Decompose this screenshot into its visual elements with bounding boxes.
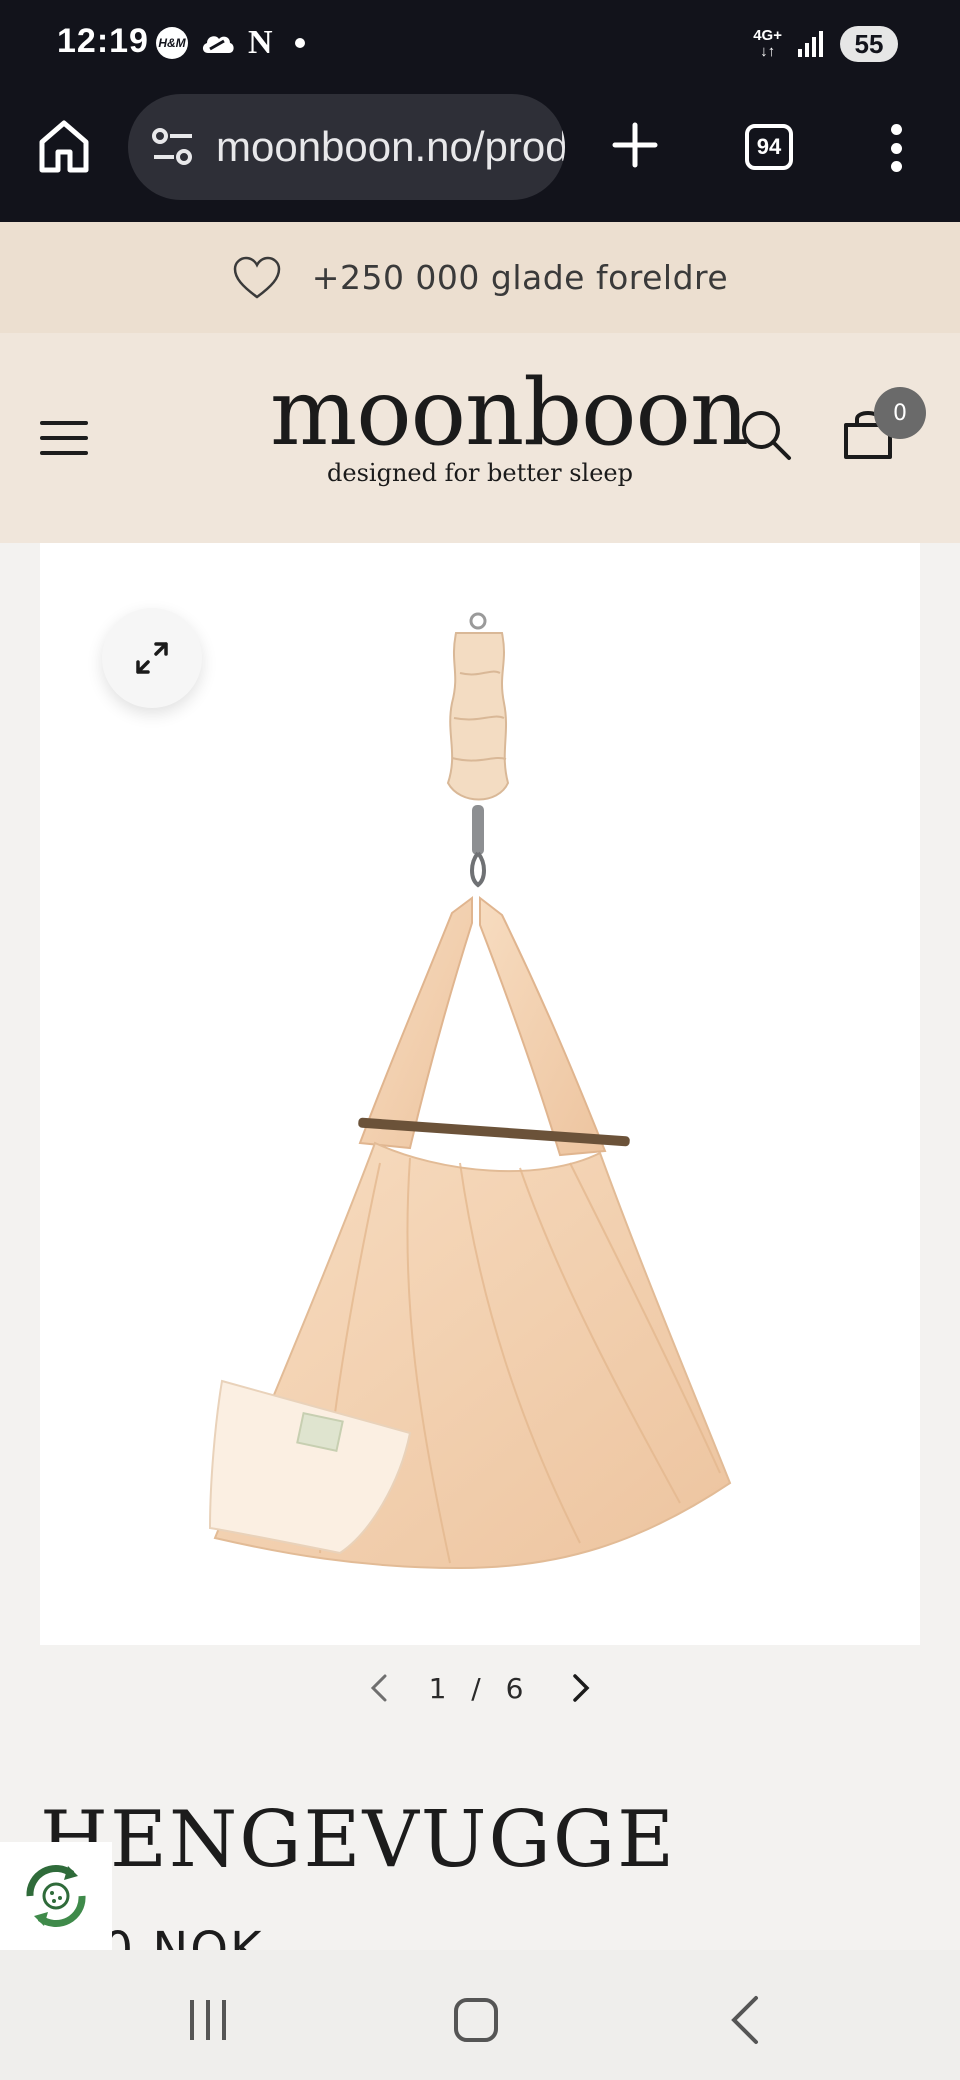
recent-apps-icon[interactable] [178,1990,238,2050]
signal-icon [798,31,823,57]
network-type: 4G+ ↓↑ [753,28,782,60]
cart-count-badge[interactable]: 0 [874,387,926,439]
tab-switcher-button[interactable]: 94 [745,124,793,170]
cookie-settings-icon [26,1864,86,1928]
slide-counter: 1 / 6 [428,1671,532,1705]
product-image[interactable] [40,543,920,1645]
hamburger-line [40,421,88,425]
gallery-pagination: 1 / 6 [0,1658,960,1718]
heart-icon [233,256,281,299]
back-icon[interactable] [716,1990,776,2050]
hamburger-menu-icon[interactable] [40,421,88,455]
next-arrow-icon[interactable] [565,1670,595,1706]
hamburger-line [40,451,88,455]
cookie-settings-button[interactable] [0,1842,112,1950]
product-title: HENGEVUGGE [40,1795,677,1885]
browser-toolbar: moonboon.no/produkt 94 [0,90,960,222]
previous-arrow-icon[interactable] [365,1670,395,1706]
search-icon[interactable] [738,407,794,463]
logo-tagline: designed for better sleep [327,459,633,487]
expand-icon [136,642,168,674]
url-text[interactable]: moonboon.no/produkt [216,123,565,171]
network-label: 4G+ [753,27,782,44]
home-icon[interactable] [38,118,90,174]
product-gallery[interactable] [40,543,920,1645]
site-header: moonboon designed for better sleep 0 [0,333,960,543]
address-bar[interactable]: moonboon.no/produkt [128,94,565,200]
browser-menu-icon[interactable] [884,124,908,172]
announcement-bar[interactable]: +250 000 glade foreldre [0,222,960,333]
status-time: 12:19 [57,22,149,60]
menu-dot [890,142,902,154]
netflix-icon: N [248,24,273,61]
expand-image-button[interactable] [102,608,202,708]
home-nav-icon[interactable] [446,1990,506,2050]
menu-dot [890,124,902,135]
battery-indicator: 55 [840,26,898,62]
site-logo[interactable]: moonboon designed for better sleep [270,359,749,488]
system-navigation-bar [0,1950,960,2080]
more-notifications-dot [294,38,305,48]
hamburger-line [40,436,88,440]
hm-icon: H&M [156,27,188,59]
status-bar: 12:19 H&M N 4G+ ↓↑ 55 [0,0,960,90]
site-settings-icon[interactable] [150,127,196,167]
data-arrows-icon: ↓↑ [760,43,776,60]
cloud-icon [202,36,234,53]
notification-icons: H&M N [156,26,305,60]
system-icons: 4G+ ↓↑ 55 [753,26,898,62]
logo-wordmark: moonboon [270,359,749,466]
announcement-text: +250 000 glade foreldre [311,258,729,297]
menu-dot [890,161,902,172]
new-tab-icon[interactable] [612,122,658,168]
